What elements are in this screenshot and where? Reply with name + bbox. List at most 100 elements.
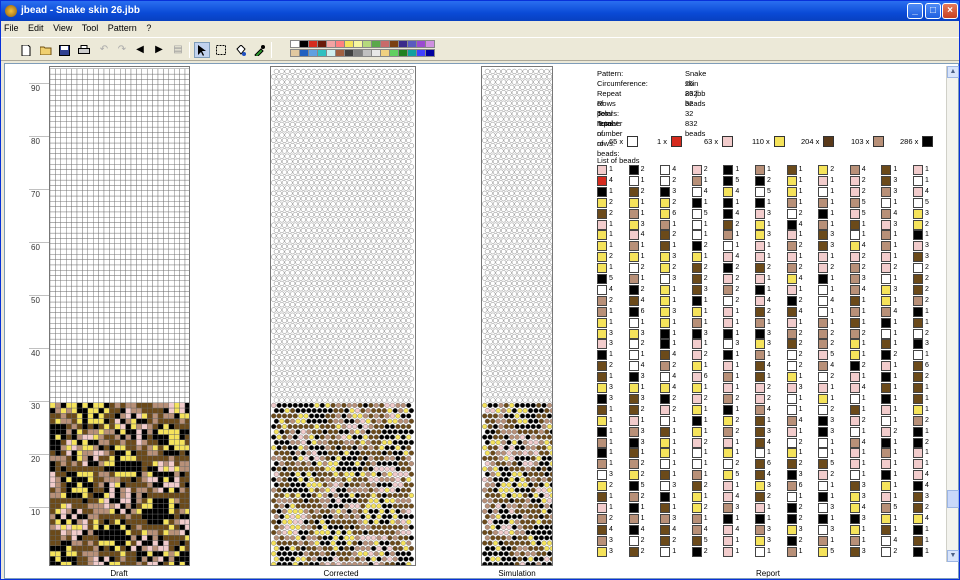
bead-count: 2 (640, 536, 645, 544)
bead-count: 4 (640, 362, 645, 370)
menu-view[interactable]: View (53, 23, 72, 33)
save-icon[interactable] (56, 42, 72, 58)
bead-count: 2 (893, 427, 898, 435)
menu-help[interactable]: ? (146, 23, 151, 33)
bead-swatch (818, 513, 829, 524)
bead-swatch (786, 241, 797, 252)
bead-count: 3 (861, 275, 866, 282)
bead-swatch (818, 350, 829, 361)
bead-swatch (597, 492, 607, 502)
bead-list-item: 1 (913, 383, 933, 393)
bead-count: 4 (893, 307, 898, 315)
bead-list-item: 3 (628, 426, 649, 437)
bead-count: 1 (767, 449, 771, 457)
scroll-thumb[interactable] (947, 490, 959, 508)
scroll-up-arrow-icon[interactable]: ▲ (947, 66, 959, 78)
bead-count: 1 (861, 460, 866, 468)
minimize-button[interactable]: _ (907, 3, 923, 19)
pipette-icon[interactable] (251, 42, 267, 58)
palette-color-swatch[interactable] (425, 40, 435, 48)
menu-tool[interactable]: Tool (82, 23, 99, 33)
bead-swatch (913, 186, 923, 197)
bead-list-item: 2 (818, 470, 838, 481)
bead-count: 4 (925, 482, 929, 490)
bead-list-item: 3 (597, 546, 617, 557)
close-button[interactable]: × (942, 3, 958, 19)
scroll-left-icon[interactable]: ◀ (132, 42, 148, 58)
bead-swatch (786, 502, 797, 513)
select-pointer-icon[interactable] (194, 42, 210, 58)
draft-label: Draft (110, 569, 128, 578)
bead-list-item: 1 (818, 448, 838, 459)
bead-list-item: 1 (723, 350, 743, 361)
total-rows-value: 32 (685, 109, 694, 118)
bead-list-item: 4 (786, 219, 807, 230)
bead-list-item: 1 (660, 459, 680, 470)
menu-file[interactable]: File (4, 23, 19, 33)
bead-swatch (660, 393, 671, 404)
total-beads-value: 832 beads (685, 119, 706, 138)
title-bar[interactable]: jbead - Snake skin 26.jbb _ □ × (1, 1, 959, 21)
bead-swatch (786, 284, 797, 295)
bead-list-item: 2 (786, 513, 807, 524)
bead-count: 1 (703, 460, 708, 468)
bead-swatch (691, 437, 702, 448)
bead-swatch (660, 339, 671, 350)
bead-list-item: 1 (849, 295, 870, 306)
bead-swatch (691, 317, 702, 328)
simulation-grid[interactable] (481, 66, 553, 566)
bead-swatch (628, 524, 639, 535)
bead-list-item: 1 (691, 219, 712, 230)
bead-list-item: 1 (913, 230, 933, 241)
print-icon[interactable] (75, 42, 91, 58)
bead-swatch (881, 535, 892, 546)
bead-count: 3 (767, 329, 771, 337)
bead-count: 2 (640, 187, 645, 195)
fill-icon[interactable] (232, 42, 248, 58)
maximize-button[interactable]: □ (925, 3, 941, 19)
open-icon[interactable] (37, 42, 53, 58)
bead-count: 1 (767, 416, 771, 424)
palette-color-swatch[interactable] (425, 49, 435, 57)
bead-list-item: 5 (818, 459, 838, 470)
draft-grid[interactable] (49, 66, 190, 566)
corrected-grid[interactable] (270, 66, 416, 566)
bead-list-item: 1 (723, 306, 743, 317)
menu-edit[interactable]: Edit (28, 23, 44, 33)
rectangle-icon[interactable] (213, 42, 229, 58)
menu-pattern[interactable]: Pattern (108, 23, 137, 33)
bead-list-item: 3 (755, 208, 775, 219)
redo-icon[interactable]: ↷ (114, 42, 130, 58)
new-icon[interactable] (18, 42, 34, 58)
bead-swatch (660, 513, 671, 524)
bead-list-item: 1 (660, 492, 680, 502)
bead-count: 3 (925, 493, 929, 500)
bead-count: 1 (640, 242, 645, 250)
undo-icon[interactable]: ↶ (96, 42, 112, 58)
bead-list-item: 4 (660, 383, 680, 393)
bead-count: 1 (703, 405, 708, 413)
count-text: 110 x (752, 137, 770, 146)
scroll-down-arrow-icon[interactable]: ▼ (947, 550, 959, 562)
bead-count: 3 (861, 482, 866, 490)
bead-list-item: 1 (628, 383, 649, 393)
vertical-scrollbar[interactable]: ▲ ▼ (946, 66, 959, 562)
scroll-right-icon[interactable]: ▶ (151, 42, 167, 58)
bead-count: 1 (830, 253, 835, 261)
bead-list-item: 3 (755, 535, 775, 546)
bead-swatch (691, 328, 702, 339)
bead-swatch (849, 492, 860, 502)
bead-count: 2 (767, 307, 771, 315)
bead-swatch (849, 186, 860, 197)
bead-list-item: 1 (723, 361, 743, 372)
bead-list-item: 1 (881, 328, 901, 339)
bead-swatch (691, 535, 702, 546)
bead-list-item: 1 (597, 426, 617, 437)
delete-icon[interactable]: ▤ (170, 42, 186, 58)
bead-count: 1 (703, 176, 708, 184)
bead-list-item: 1 (849, 535, 870, 546)
bead-list-item: 3 (881, 175, 901, 186)
bead-list-item: 3 (755, 524, 775, 535)
bead-count: 1 (735, 373, 740, 381)
bead-list-item: 1 (691, 448, 712, 459)
